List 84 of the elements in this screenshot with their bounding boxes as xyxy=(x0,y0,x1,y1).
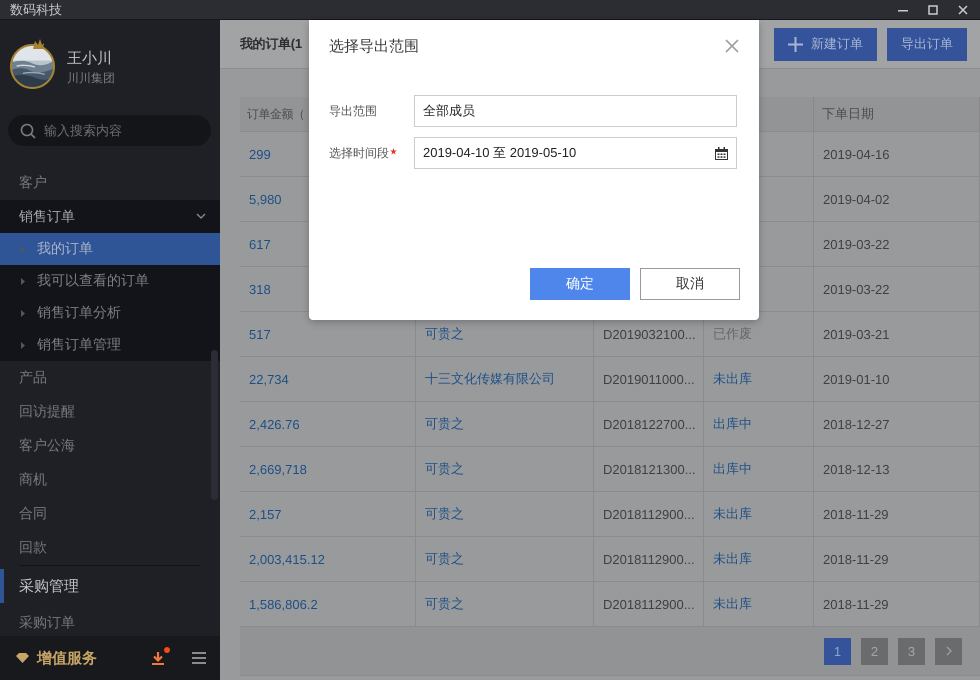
amount-cell: 2,003,415.12 xyxy=(240,536,416,581)
menu-item[interactable]: 产品 xyxy=(0,361,220,395)
plus-icon xyxy=(788,36,803,52)
export-button[interactable]: 导出订单 xyxy=(887,28,967,60)
chevron-icon xyxy=(196,212,206,220)
amount-cell: 22,734 xyxy=(240,356,416,401)
table-cell: 2018-12-13 xyxy=(814,446,980,491)
menu-group[interactable]: 销售订单 xyxy=(0,200,220,233)
search-icon xyxy=(20,123,36,139)
field-label: 导出范围 xyxy=(329,102,377,120)
caret-icon xyxy=(21,278,25,284)
table-cell: 2019-01-10 xyxy=(814,356,980,401)
download-icon[interactable] xyxy=(152,652,164,664)
table-cell: D2018112900... xyxy=(594,491,704,536)
user-name: 王小川 xyxy=(67,48,113,68)
table-cell: 2018-11-29 xyxy=(814,536,980,581)
status-cell: 出库中 xyxy=(704,401,814,446)
submenu-item[interactable]: 销售订单分析 xyxy=(0,297,220,329)
table-cell: 2019-04-02 xyxy=(814,176,980,221)
status-cell: 未出库 xyxy=(704,491,814,536)
date-range-field[interactable]: 2019-04-10 至 2019-05-10 xyxy=(414,137,737,169)
chevron-right-icon xyxy=(946,646,952,656)
company-name: 川川集团 xyxy=(67,70,115,86)
page-button[interactable]: 1 xyxy=(824,638,851,664)
cancel-button[interactable]: 取消 xyxy=(640,268,740,300)
menu-item[interactable]: 回款 xyxy=(0,531,220,565)
customer-cell: 可贵之 xyxy=(416,446,594,491)
amount-cell: 2,669,718 xyxy=(240,446,416,491)
status-cell: 未出库 xyxy=(704,356,814,401)
menu-group-label: 销售订单 xyxy=(19,208,75,226)
table-cell: 2019-04-16 xyxy=(814,131,980,176)
menu-item[interactable]: 合同 xyxy=(0,497,220,531)
dialog-title: 选择导出范围 xyxy=(329,36,419,56)
calendar-icon xyxy=(715,146,728,160)
customer-cell: 可贵之 xyxy=(416,491,594,536)
submenu-label: 销售订单分析 xyxy=(37,304,121,322)
menu-item[interactable]: 回访提醒 xyxy=(0,395,220,429)
table-cell: 2018-11-29 xyxy=(814,491,980,536)
field-label: 选择时间段 xyxy=(329,144,389,162)
input-field[interactable]: 全部成员 xyxy=(414,95,737,127)
submenu-item[interactable]: 我的订单 xyxy=(0,233,220,265)
column-header: 下单日期 xyxy=(814,97,980,131)
status-cell: 未出库 xyxy=(704,536,814,581)
caret-icon xyxy=(21,342,25,348)
maximize-icon[interactable] xyxy=(928,4,938,14)
table-cell: D2018122700... xyxy=(594,401,704,446)
status-cell: 出库中 xyxy=(704,446,814,491)
customer-cell: 十三文化传媒有限公司 xyxy=(416,356,594,401)
page-button[interactable]: 2 xyxy=(861,638,888,664)
menu-item[interactable]: 客户公海 xyxy=(0,429,220,463)
page-title: 我的订单(1 xyxy=(240,35,302,53)
confirm-button[interactable]: 确定 xyxy=(530,268,630,300)
table-cell: 2019-03-21 xyxy=(814,311,980,356)
value-service-link[interactable]: 增值服务 xyxy=(37,648,144,668)
customer-cell: 可贵之 xyxy=(416,401,594,446)
submenu-label: 销售订单管理 xyxy=(37,336,121,354)
caret-icon xyxy=(21,310,25,316)
menu-item[interactable]: 采购订单 xyxy=(0,606,220,636)
menu-item[interactable]: 商机 xyxy=(0,463,220,497)
menu-item[interactable]: 客户 xyxy=(0,166,220,200)
page-button[interactable]: 3 xyxy=(898,638,925,664)
scrollbar[interactable] xyxy=(211,350,218,500)
amount-cell: 2,426.76 xyxy=(240,401,416,446)
amount-cell: 2,157 xyxy=(240,491,416,536)
table-cell: 2019-03-22 xyxy=(814,266,980,311)
table-cell: 2019-03-22 xyxy=(814,221,980,266)
submenu-label: 我的订单 xyxy=(37,240,93,258)
menu-icon[interactable] xyxy=(192,652,206,664)
submenu-label: 我可以查看的订单 xyxy=(37,272,149,290)
table-cell: D2018112900... xyxy=(594,536,704,581)
menu-section[interactable]: 采购管理 xyxy=(0,569,220,603)
new-order-button[interactable]: 新建订单 xyxy=(774,28,877,60)
close-icon[interactable] xyxy=(958,4,968,14)
table-cell: D2018121300... xyxy=(594,446,704,491)
table-cell: 2018-12-27 xyxy=(814,401,980,446)
search-field[interactable]: 输入搜索内容 xyxy=(8,115,211,146)
customer-cell: 可贵之 xyxy=(416,536,594,581)
submenu-item[interactable]: 我可以查看的订单 xyxy=(0,265,220,297)
caret-icon xyxy=(21,246,25,252)
diamond-icon xyxy=(16,653,29,663)
crown-icon xyxy=(33,39,44,49)
table-cell: D2019011000... xyxy=(594,356,704,401)
window-title: 数码科技 xyxy=(10,0,63,18)
submenu-item[interactable]: 销售订单管理 xyxy=(0,329,220,361)
